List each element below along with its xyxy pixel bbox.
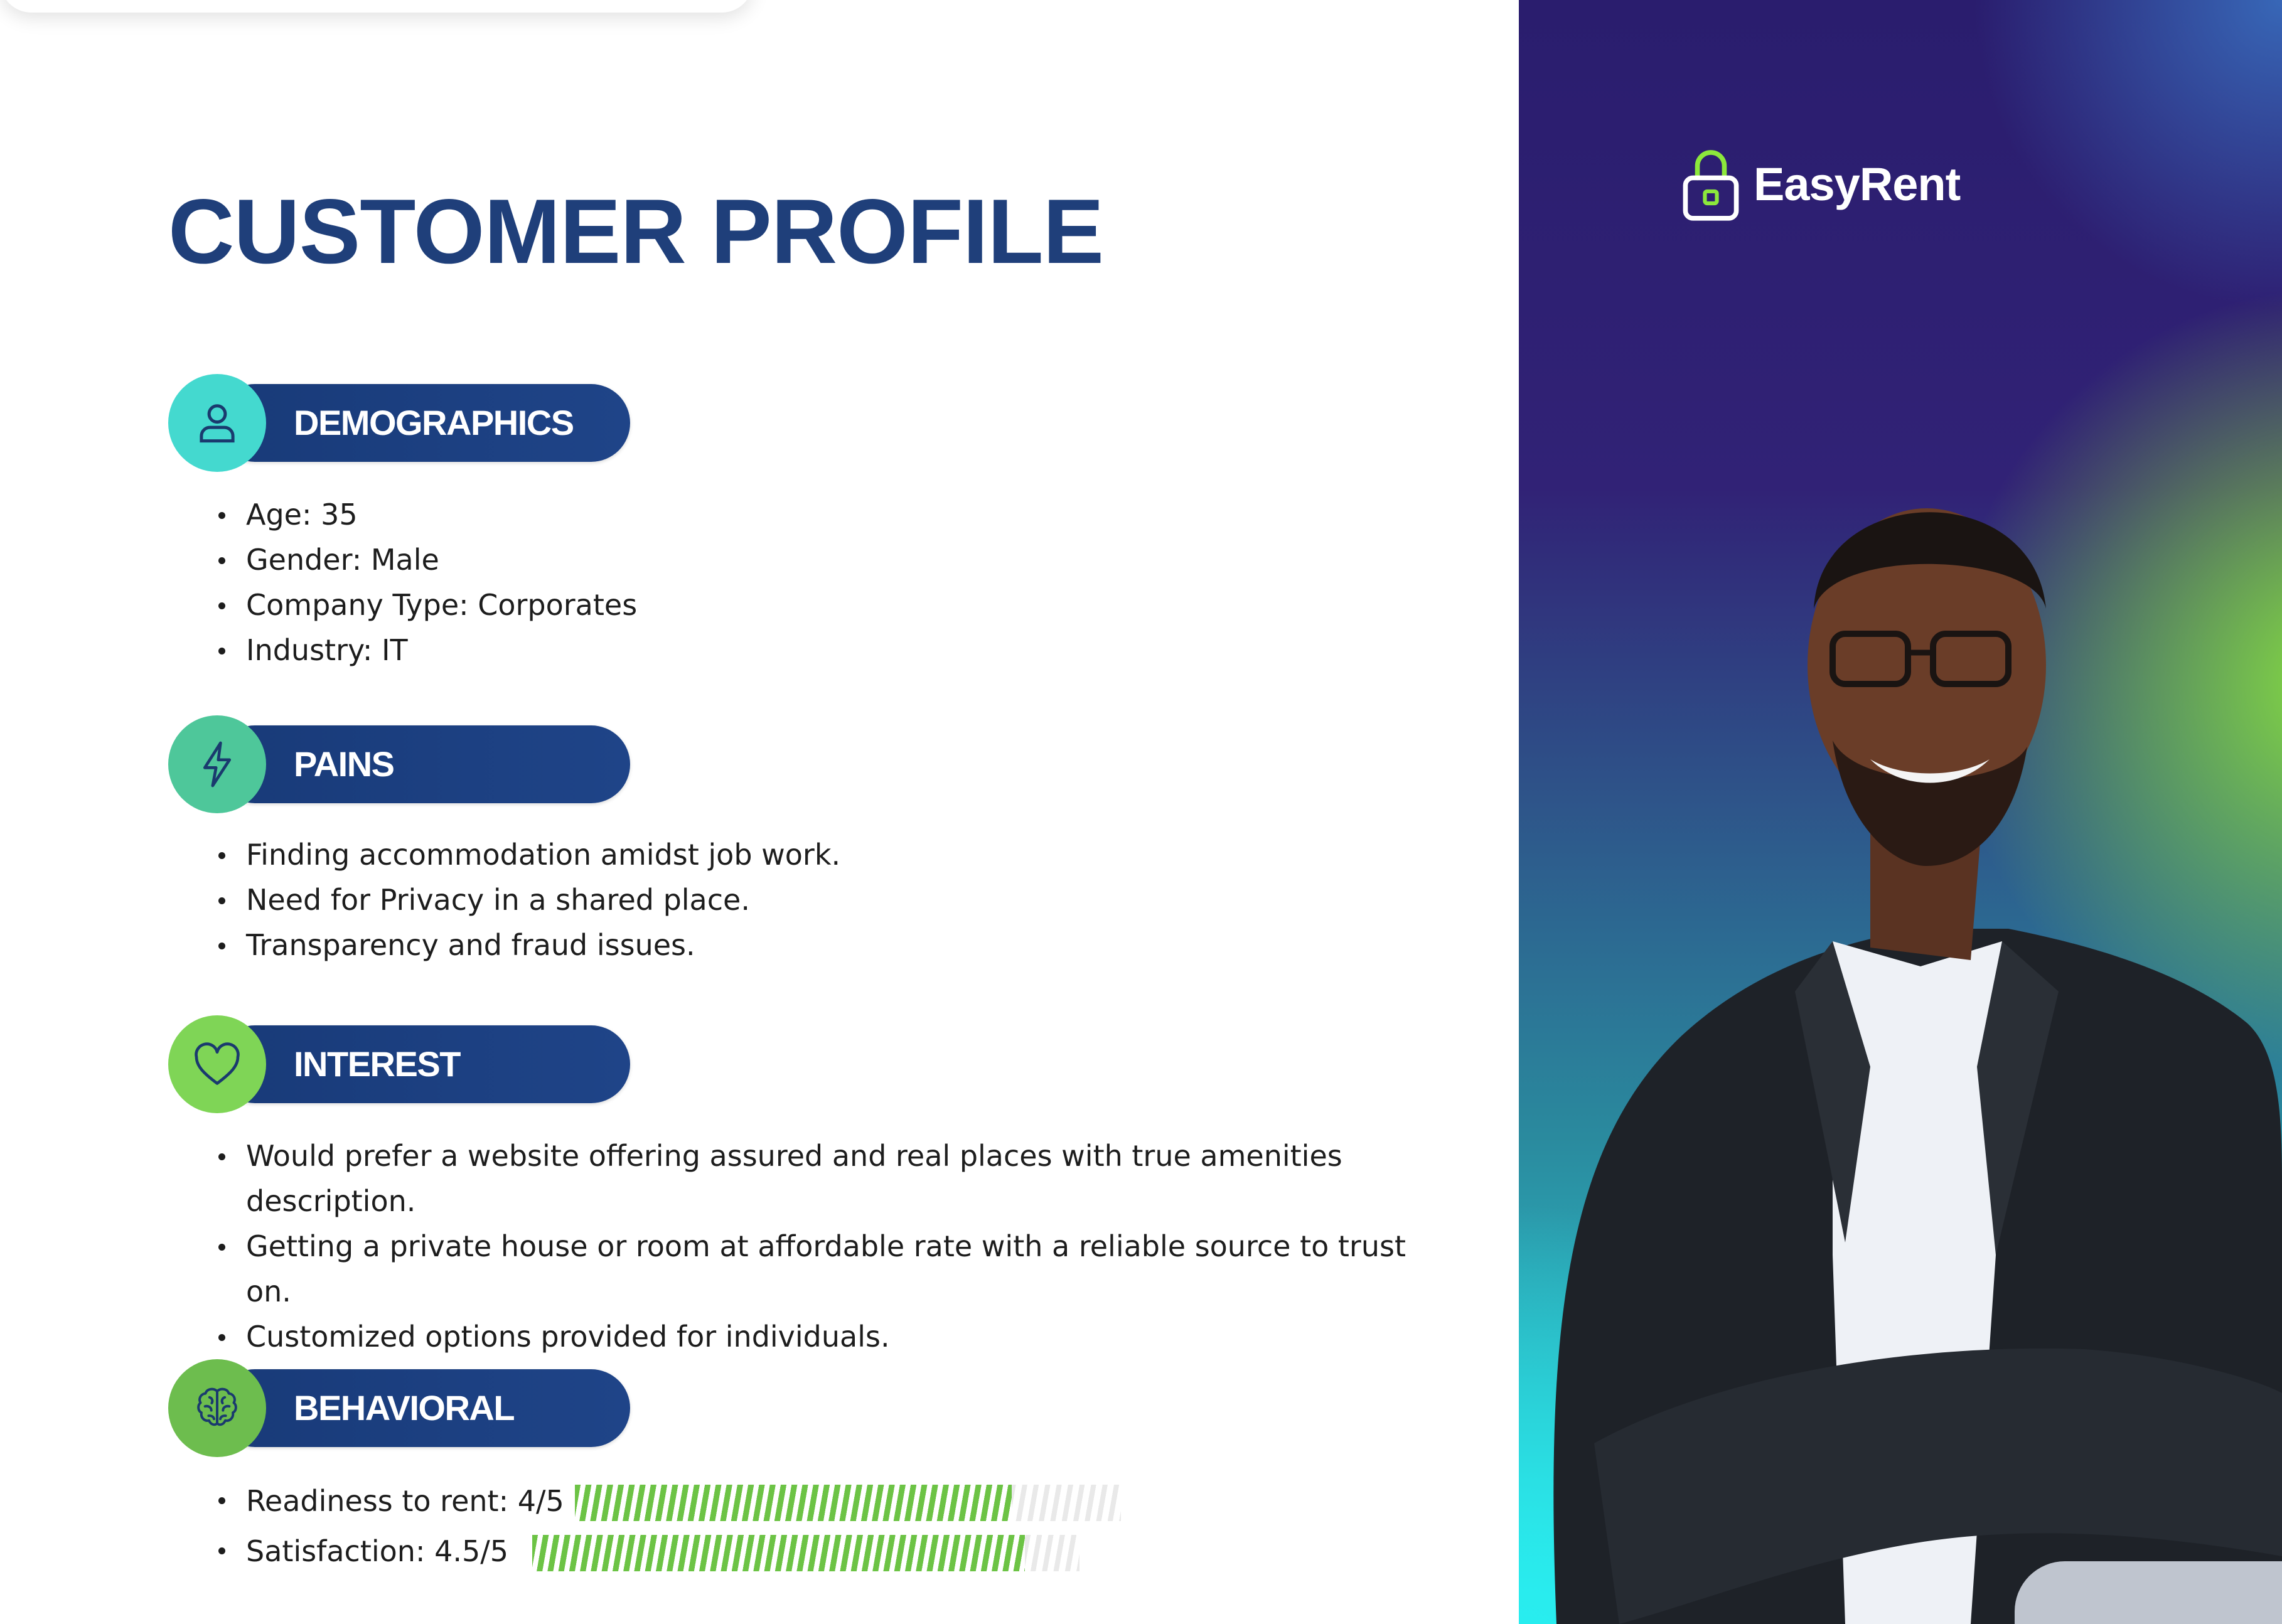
section-header-demographics: DEMOGRAPHICS: [168, 374, 630, 472]
rating-bar-track: [532, 1535, 1079, 1571]
rating-row-satisfaction: Satisfaction: 4.5/5: [207, 1526, 1211, 1576]
brand-logo: EasyRent: [1681, 143, 1961, 225]
list-item: Customized options provided for individu…: [207, 1314, 1431, 1359]
hero-panel: EasyRent: [1519, 0, 2282, 1624]
rating-row-readiness: Readiness to rent: 4/5: [207, 1476, 1211, 1526]
person-icon: [168, 374, 266, 472]
section-pill: [216, 725, 630, 803]
heart-icon: [168, 1015, 266, 1113]
section-title-interest: INTEREST: [294, 1044, 461, 1084]
pains-list: Finding accommodation amidst job work. N…: [207, 832, 1431, 968]
rating-bar-fill: [532, 1535, 1025, 1571]
brand-name: EasyRent: [1754, 158, 1961, 210]
list-item: Gender: Male: [207, 537, 1431, 582]
list-item: Getting a private house or room at affor…: [207, 1224, 1431, 1314]
section-header-interest: INTEREST: [168, 1015, 630, 1113]
brain-icon: [168, 1359, 266, 1457]
rating-label: Satisfaction: 4.5/5: [246, 1534, 508, 1568]
list-item: Age: 35: [207, 492, 1431, 537]
demographics-list: Age: 35 Gender: Male Company Type: Corpo…: [207, 492, 1431, 673]
page-title: CUSTOMER PROFILE: [168, 180, 1104, 282]
interest-list: Would prefer a website offering assured …: [207, 1133, 1431, 1359]
rating-bar-fill: [575, 1485, 1012, 1521]
list-item: Need for Privacy in a shared place.: [207, 877, 1431, 922]
top-card-shadow: [0, 0, 753, 13]
section-title-pains: PAINS: [294, 744, 395, 784]
list-item: Transparency and fraud issues.: [207, 922, 1431, 968]
bullet-dot: [218, 1547, 225, 1554]
rating-bar-track: [575, 1485, 1121, 1521]
lightning-icon: [168, 715, 266, 813]
list-item: Finding accommodation amidst job work.: [207, 832, 1431, 877]
list-item: Industry: IT: [207, 628, 1431, 673]
rating-label: Readiness to rent: 4/5: [246, 1484, 564, 1518]
section-header-behavioral: BEHAVIORAL: [168, 1359, 630, 1457]
section-title-demographics: DEMOGRAPHICS: [294, 403, 574, 442]
corner-card: [2015, 1561, 2282, 1624]
lock-icon: [1681, 145, 1741, 223]
list-item: Company Type: Corporates: [207, 582, 1431, 628]
list-item: Would prefer a website offering assured …: [207, 1133, 1431, 1224]
bullet-dot: [218, 1497, 225, 1504]
person-photo: [1553, 508, 2282, 1624]
section-header-pains: PAINS: [168, 715, 630, 813]
section-title-behavioral: BEHAVIORAL: [294, 1388, 515, 1428]
